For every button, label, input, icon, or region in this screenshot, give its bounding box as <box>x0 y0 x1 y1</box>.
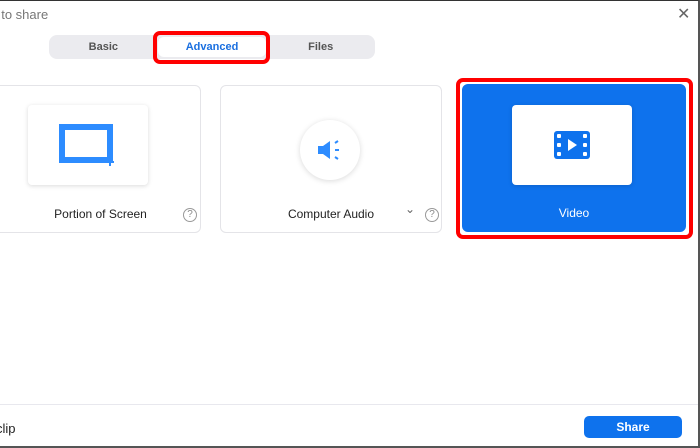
share-button[interactable]: Share <box>584 416 682 438</box>
help-icon[interactable]: ? <box>425 208 439 222</box>
close-icon[interactable]: ✕ <box>677 4 690 24</box>
option-computer-audio[interactable]: Computer Audio ⌄ ? <box>220 85 442 233</box>
chevron-down-icon[interactable]: ⌄ <box>405 202 415 216</box>
video-icon <box>554 131 590 159</box>
option-label: Video <box>558 206 590 220</box>
video-thumb <box>512 105 632 185</box>
option-video[interactable]: Video <box>462 84 686 232</box>
tab-bar: Basic Advanced Files <box>49 35 375 59</box>
speaker-icon <box>318 140 339 160</box>
footer-divider <box>0 404 698 405</box>
portion-screen-icon <box>59 124 114 166</box>
tab-advanced[interactable]: Advanced <box>157 37 267 57</box>
tab-basic[interactable]: Basic <box>49 35 158 59</box>
portion-thumb <box>28 105 148 185</box>
help-icon[interactable]: ? <box>183 208 197 222</box>
option-portion-of-screen[interactable]: Portion of Screen ? <box>0 85 201 233</box>
option-label: Portion of Screen <box>54 207 147 221</box>
audio-thumb <box>300 120 360 180</box>
window-title: t to share <box>0 7 49 22</box>
clip-label[interactable]: clip <box>0 421 16 436</box>
tab-files[interactable]: Files <box>266 35 375 59</box>
